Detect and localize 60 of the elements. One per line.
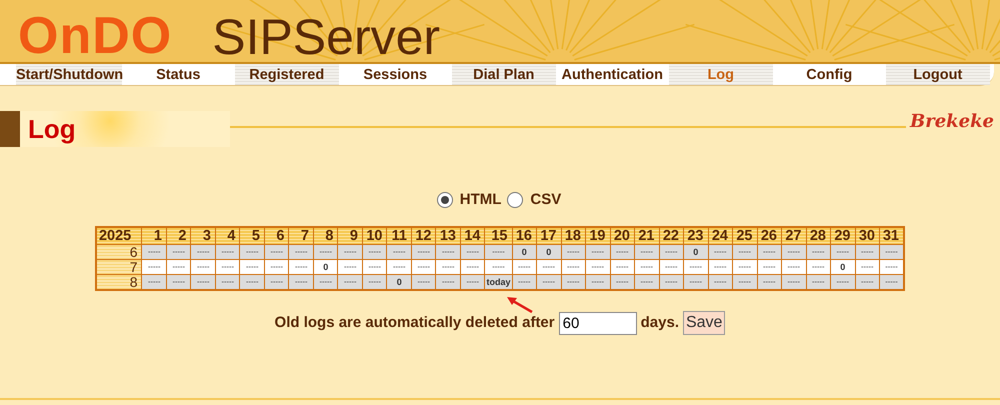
log-cell[interactable]: today (484, 274, 512, 290)
radio-label[interactable]: CSV (530, 189, 562, 212)
day-header: 29 (830, 226, 855, 244)
day-header: 22 (659, 226, 684, 244)
day-header: 16 (512, 226, 536, 244)
nav-link[interactable]: Logout (886, 64, 990, 85)
day-header: 13 (436, 226, 460, 244)
radio-label[interactable]: HTML (460, 189, 502, 212)
month-header: 6 (96, 244, 142, 260)
day-header: 26 (757, 226, 782, 244)
radio-button[interactable] (507, 192, 524, 208)
day-header: 6 (264, 226, 289, 244)
day-header: 27 (782, 226, 806, 244)
day-header: 14 (460, 226, 485, 244)
day-header: 11 (386, 226, 412, 244)
day-header: 8 (313, 226, 338, 244)
title-ornament (0, 111, 20, 147)
day-header: 20 (610, 226, 634, 244)
product-name: SIPServer (212, 12, 440, 62)
nav-link[interactable]: Log (668, 64, 773, 85)
day-header: 21 (634, 226, 659, 244)
day-header: 28 (806, 226, 830, 244)
nav-link[interactable]: Start/Shutdown (16, 64, 122, 85)
day-header: 31 (880, 226, 904, 244)
arrow-annotation (506, 296, 534, 314)
day-header: 10 (362, 226, 387, 244)
nav-link[interactable]: Dial Plan (452, 64, 556, 85)
day-header: 1 (142, 226, 166, 244)
day-header: 30 (855, 226, 880, 244)
day-header: 25 (732, 226, 757, 244)
day-header: 9 (338, 226, 362, 244)
days-field[interactable]: 60 (558, 312, 637, 334)
nav-link[interactable]: Sessions (343, 64, 448, 85)
day-header: 23 (684, 226, 708, 244)
radio-button[interactable] (436, 192, 453, 208)
day-header: 19 (586, 226, 610, 244)
day-header: 17 (536, 226, 561, 244)
day-header: 2 (166, 226, 191, 244)
month-header: 8 (96, 274, 142, 290)
nav-link[interactable]: Authentication (560, 64, 664, 85)
page-title: Log (28, 112, 76, 146)
nav-link[interactable]: Config (777, 64, 882, 85)
log-cell[interactable]: 0 (386, 274, 412, 290)
year-header: 2025 (96, 226, 142, 244)
logo-text: OnDO (18, 10, 172, 62)
vendor-logo: Brekeke (908, 110, 995, 134)
days-label: days. (640, 312, 679, 333)
day-header: 12 (411, 226, 436, 244)
day-header: 4 (215, 226, 240, 244)
save-button[interactable]: Save (682, 311, 726, 335)
nav-link[interactable]: Registered (234, 64, 339, 85)
day-header: 15 (484, 226, 512, 244)
day-header: 7 (288, 226, 314, 244)
day-header: 5 (240, 226, 264, 244)
nav-link[interactable]: Status (126, 64, 230, 85)
day-header: 18 (561, 226, 586, 244)
month-header: 7 (96, 260, 142, 274)
day-header: 3 (190, 226, 216, 244)
day-header: 24 (708, 226, 732, 244)
retention-label: Old logs are automatically deleted after (274, 312, 555, 333)
